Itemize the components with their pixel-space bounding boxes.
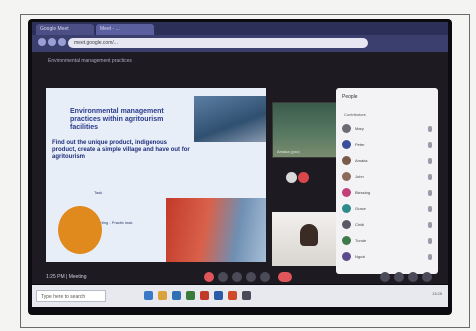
tile-label: Amaka (you) bbox=[277, 149, 300, 154]
avatar bbox=[342, 236, 351, 245]
tray-clock: 13:25 bbox=[431, 291, 442, 296]
more-icon[interactable] bbox=[260, 272, 270, 282]
avatar bbox=[342, 252, 351, 261]
avatar bbox=[342, 188, 351, 197]
edge-icon[interactable] bbox=[144, 291, 153, 300]
camera-icon[interactable] bbox=[218, 272, 228, 282]
avatar bbox=[342, 220, 351, 229]
search-input[interactable]: Type here to search bbox=[36, 290, 106, 302]
video-tile-top[interactable]: Amaka (you) bbox=[272, 102, 346, 158]
list-item[interactable]: Mary bbox=[342, 122, 436, 136]
list-item[interactable]: Ngozi bbox=[342, 250, 436, 264]
list-item[interactable]: Amaka bbox=[342, 154, 436, 168]
browser-bar: Google Meet Meet - ... meet.google.com/.… bbox=[32, 22, 448, 52]
slide-title: Environmental management practices withi… bbox=[70, 108, 164, 131]
people-icon[interactable] bbox=[394, 272, 404, 282]
captions-icon[interactable] bbox=[232, 272, 242, 282]
mic-icon[interactable] bbox=[428, 254, 432, 260]
browser-tab-2[interactable]: Meet - ... bbox=[96, 24, 154, 35]
mic-icon[interactable] bbox=[204, 272, 214, 282]
browser-tab-1[interactable]: Google Meet bbox=[36, 24, 94, 35]
chrome-icon[interactable] bbox=[242, 291, 251, 300]
folder-icon[interactable] bbox=[158, 291, 167, 300]
list-item[interactable]: Peter bbox=[342, 138, 436, 152]
avatar bbox=[342, 156, 351, 165]
mic-icon[interactable] bbox=[428, 142, 432, 148]
participant-video bbox=[300, 224, 318, 246]
forward-icon[interactable] bbox=[48, 38, 56, 46]
mic-icon[interactable] bbox=[428, 238, 432, 244]
mic-icon[interactable] bbox=[428, 190, 432, 196]
people-section: Contributors bbox=[344, 112, 366, 117]
avatar bbox=[342, 140, 351, 149]
mic-icon[interactable] bbox=[428, 206, 432, 212]
slide-note: Meeting - Practic task bbox=[94, 220, 133, 225]
taskbar: Type here to search 13:25 bbox=[32, 285, 448, 307]
participant-avatar bbox=[298, 172, 309, 183]
slide-body: Find out the unique product, indigenous … bbox=[52, 140, 190, 160]
mic-icon[interactable] bbox=[428, 158, 432, 164]
address-bar[interactable]: meet.google.com/... bbox=[68, 38, 368, 48]
list-item[interactable]: Chidi bbox=[342, 218, 436, 232]
powerpoint-icon[interactable] bbox=[228, 291, 237, 300]
app-icon[interactable] bbox=[200, 291, 209, 300]
video-tile-bottom[interactable] bbox=[272, 212, 344, 266]
list-item[interactable]: Tunde bbox=[342, 234, 436, 248]
back-icon[interactable] bbox=[38, 38, 46, 46]
meeting-controls: 1:25 PM | Meeting bbox=[32, 272, 448, 284]
list-item[interactable]: Grace bbox=[342, 202, 436, 216]
avatar bbox=[342, 172, 351, 181]
list-item[interactable]: John bbox=[342, 170, 436, 184]
meet-window: Environmental management practices Envir… bbox=[32, 52, 448, 284]
info-icon[interactable] bbox=[380, 272, 390, 282]
slide-image-bottom bbox=[166, 198, 266, 262]
mic-icon[interactable] bbox=[428, 126, 432, 132]
mic-icon[interactable] bbox=[428, 174, 432, 180]
mic-icon[interactable] bbox=[428, 222, 432, 228]
activities-icon[interactable] bbox=[422, 272, 432, 282]
slide-small-label: Task bbox=[94, 190, 103, 195]
reload-icon[interactable] bbox=[58, 38, 66, 46]
participant-avatar bbox=[286, 172, 297, 183]
excel-icon[interactable] bbox=[186, 291, 195, 300]
people-title: People bbox=[342, 94, 358, 100]
emoji-image bbox=[58, 206, 102, 254]
tab-strip: Google Meet Meet - ... bbox=[32, 22, 448, 35]
hangup-icon[interactable] bbox=[278, 272, 292, 282]
store-icon[interactable] bbox=[172, 291, 181, 300]
avatar bbox=[342, 204, 351, 213]
word-icon[interactable] bbox=[214, 291, 223, 300]
screen: Google Meet Meet - ... meet.google.com/.… bbox=[32, 22, 448, 284]
avatar bbox=[342, 124, 351, 133]
presentation-slide: Environmental management practices withi… bbox=[46, 88, 266, 262]
present-icon[interactable] bbox=[246, 272, 256, 282]
meeting-header: Environmental management practices bbox=[48, 58, 132, 64]
meeting-time: 1:25 PM | Meeting bbox=[46, 274, 87, 280]
people-panel: People Contributors Mary Peter Amaka Joh… bbox=[336, 88, 438, 274]
slide-image-top bbox=[194, 96, 266, 142]
chat-icon[interactable] bbox=[408, 272, 418, 282]
list-item[interactable]: Blessing bbox=[342, 186, 436, 200]
